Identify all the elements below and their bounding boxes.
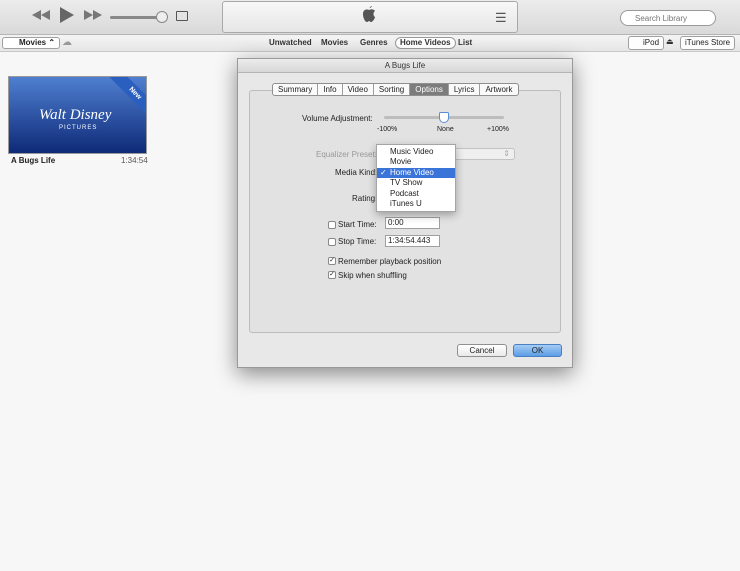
cloud-icon[interactable]: ☁ xyxy=(62,37,72,48)
stop-time-label: Stop Time: xyxy=(338,237,377,246)
start-time-checkbox[interactable] xyxy=(328,221,336,229)
menu-item-movie[interactable]: Movie xyxy=(377,157,455,167)
tab-summary[interactable]: Summary xyxy=(273,84,319,95)
itunes-store-button[interactable]: iTunes Store xyxy=(680,36,736,50)
start-time-label: Start Time: xyxy=(338,220,377,229)
poster-logo: Walt Disney xyxy=(39,107,112,123)
checkmark-icon: ✓ xyxy=(380,167,387,177)
equalizer-label: Equalizer Preset: xyxy=(316,150,377,159)
dialog-title: A Bugs Life xyxy=(238,59,572,73)
menu-item-tv-show[interactable]: TV Show xyxy=(377,178,455,188)
stop-time-field[interactable]: 1:34:54.443 xyxy=(385,235,440,247)
search-input[interactable] xyxy=(620,10,716,26)
menu-item-label: Movie xyxy=(390,157,412,167)
tab-lyrics[interactable]: Lyrics xyxy=(449,84,481,95)
device-label: iPod xyxy=(643,38,660,47)
cancel-button[interactable]: Cancel xyxy=(457,344,507,357)
movie-duration: 1:34:54 xyxy=(121,156,148,165)
remember-position-checkbox[interactable]: ✓ xyxy=(328,257,336,265)
skip-shuffle-checkbox[interactable]: ✓ xyxy=(328,271,336,279)
tab-artwork[interactable]: Artwork xyxy=(480,84,517,95)
volume-mid-label: None xyxy=(437,126,454,133)
airplay-icon[interactable] xyxy=(176,11,188,21)
tab-sorting[interactable]: Sorting xyxy=(374,84,411,95)
rating-label: Rating: xyxy=(352,194,378,203)
menu-item-podcast[interactable]: Podcast xyxy=(377,189,455,199)
volume-adjustment-thumb[interactable] xyxy=(439,112,449,123)
volume-knob[interactable] xyxy=(156,11,168,23)
media-info-dialog: A Bugs Life Summary Info Video Sorting O… xyxy=(237,58,573,368)
menu-item-music-video[interactable]: Music Video xyxy=(377,147,455,157)
media-kind-label: Media Kind: xyxy=(335,168,378,177)
tab-movies[interactable]: Movies xyxy=(317,37,352,49)
movie-poster[interactable]: Walt Disney PICTURES New xyxy=(8,76,147,154)
menu-item-label: Podcast xyxy=(390,188,419,198)
volume-adjustment-label: Volume Adjustment: xyxy=(302,114,373,123)
title-bar: ☰ ⚲ xyxy=(0,0,740,35)
menu-item-label: TV Show xyxy=(390,178,423,188)
remember-position-label: Remember playback position xyxy=(338,257,442,266)
apple-logo-icon xyxy=(362,6,376,28)
tab-video[interactable]: Video xyxy=(343,84,374,95)
library-selector[interactable]: Movies ⌃ xyxy=(2,37,61,49)
tab-home-videos[interactable]: Home Videos xyxy=(395,37,456,49)
tab-info[interactable]: Info xyxy=(318,84,343,95)
poster-subtitle: PICTURES xyxy=(59,125,98,131)
ok-button[interactable]: OK xyxy=(513,344,562,357)
eject-icon[interactable]: ⏏ xyxy=(666,37,674,46)
menu-item-label: Home Video xyxy=(390,167,434,177)
device-button[interactable]: iPod xyxy=(628,36,665,50)
library-selector-label: Movies xyxy=(19,38,47,47)
tab-unwatched[interactable]: Unwatched xyxy=(265,37,316,49)
fast-forward-icon[interactable] xyxy=(84,10,102,23)
tab-list[interactable]: List xyxy=(454,37,476,49)
rewind-icon[interactable] xyxy=(32,10,50,23)
volume-min-label: -100% xyxy=(377,126,398,133)
lcd-display: ☰ xyxy=(222,1,518,33)
tab-genres[interactable]: Genres xyxy=(356,37,392,49)
media-kind-menu: Music Video Movie ✓ Home Video TV Show Po… xyxy=(376,144,456,212)
menu-item-home-video[interactable]: ✓ Home Video xyxy=(377,167,455,179)
menu-item-label: iTunes U xyxy=(390,198,422,208)
skip-shuffle-label: Skip when shuffling xyxy=(338,271,407,280)
menu-item-label: Music Video xyxy=(390,147,434,156)
volume-max-label: +100% xyxy=(487,126,509,133)
movie-title[interactable]: A Bugs Life xyxy=(11,156,55,165)
tab-options[interactable]: Options xyxy=(410,84,449,95)
stop-time-checkbox[interactable] xyxy=(328,238,336,246)
play-icon[interactable] xyxy=(60,7,74,26)
dialog-tabs: Summary Info Video Sorting Options Lyric… xyxy=(272,83,519,96)
list-icon[interactable]: ☰ xyxy=(495,10,507,26)
menu-item-itunes-u[interactable]: iTunes U xyxy=(377,199,455,209)
new-badge: New xyxy=(109,77,146,120)
start-time-field[interactable]: 0:00 xyxy=(385,217,440,229)
